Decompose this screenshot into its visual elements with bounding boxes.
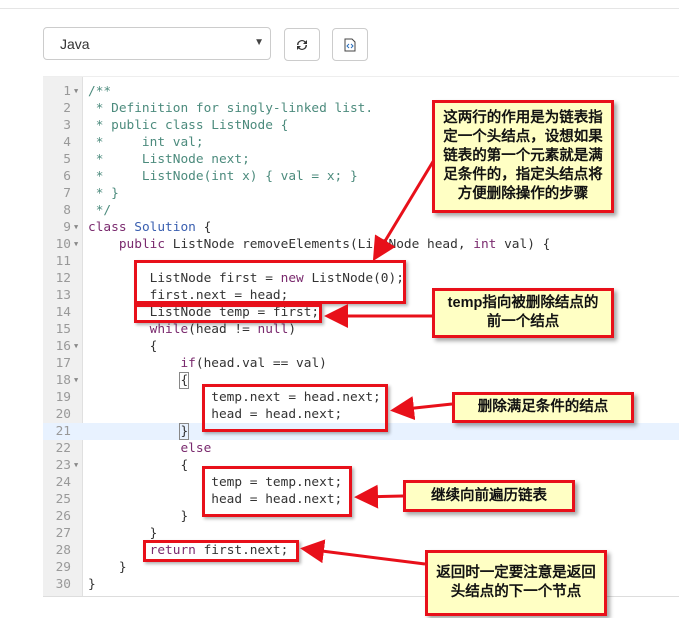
note-temp: temp指向被删除结点的前一个结点: [432, 288, 614, 338]
arrow-continue: [354, 484, 404, 509]
arrow-return: [300, 539, 426, 566]
note-continue: 继续向前遍历链表: [403, 480, 575, 512]
note-delete: 删除满足条件的结点: [452, 392, 634, 423]
arrow-delete: [390, 396, 453, 421]
arrow-head-node: [372, 149, 442, 262]
note-return: 返回时一定要注意是返回头结点的下一个节点: [425, 550, 607, 616]
note-head-node: 这两行的作用是为链表指定一个头结点，设想如果链表的第一个元素就是满足条件的，指定…: [432, 100, 614, 213]
